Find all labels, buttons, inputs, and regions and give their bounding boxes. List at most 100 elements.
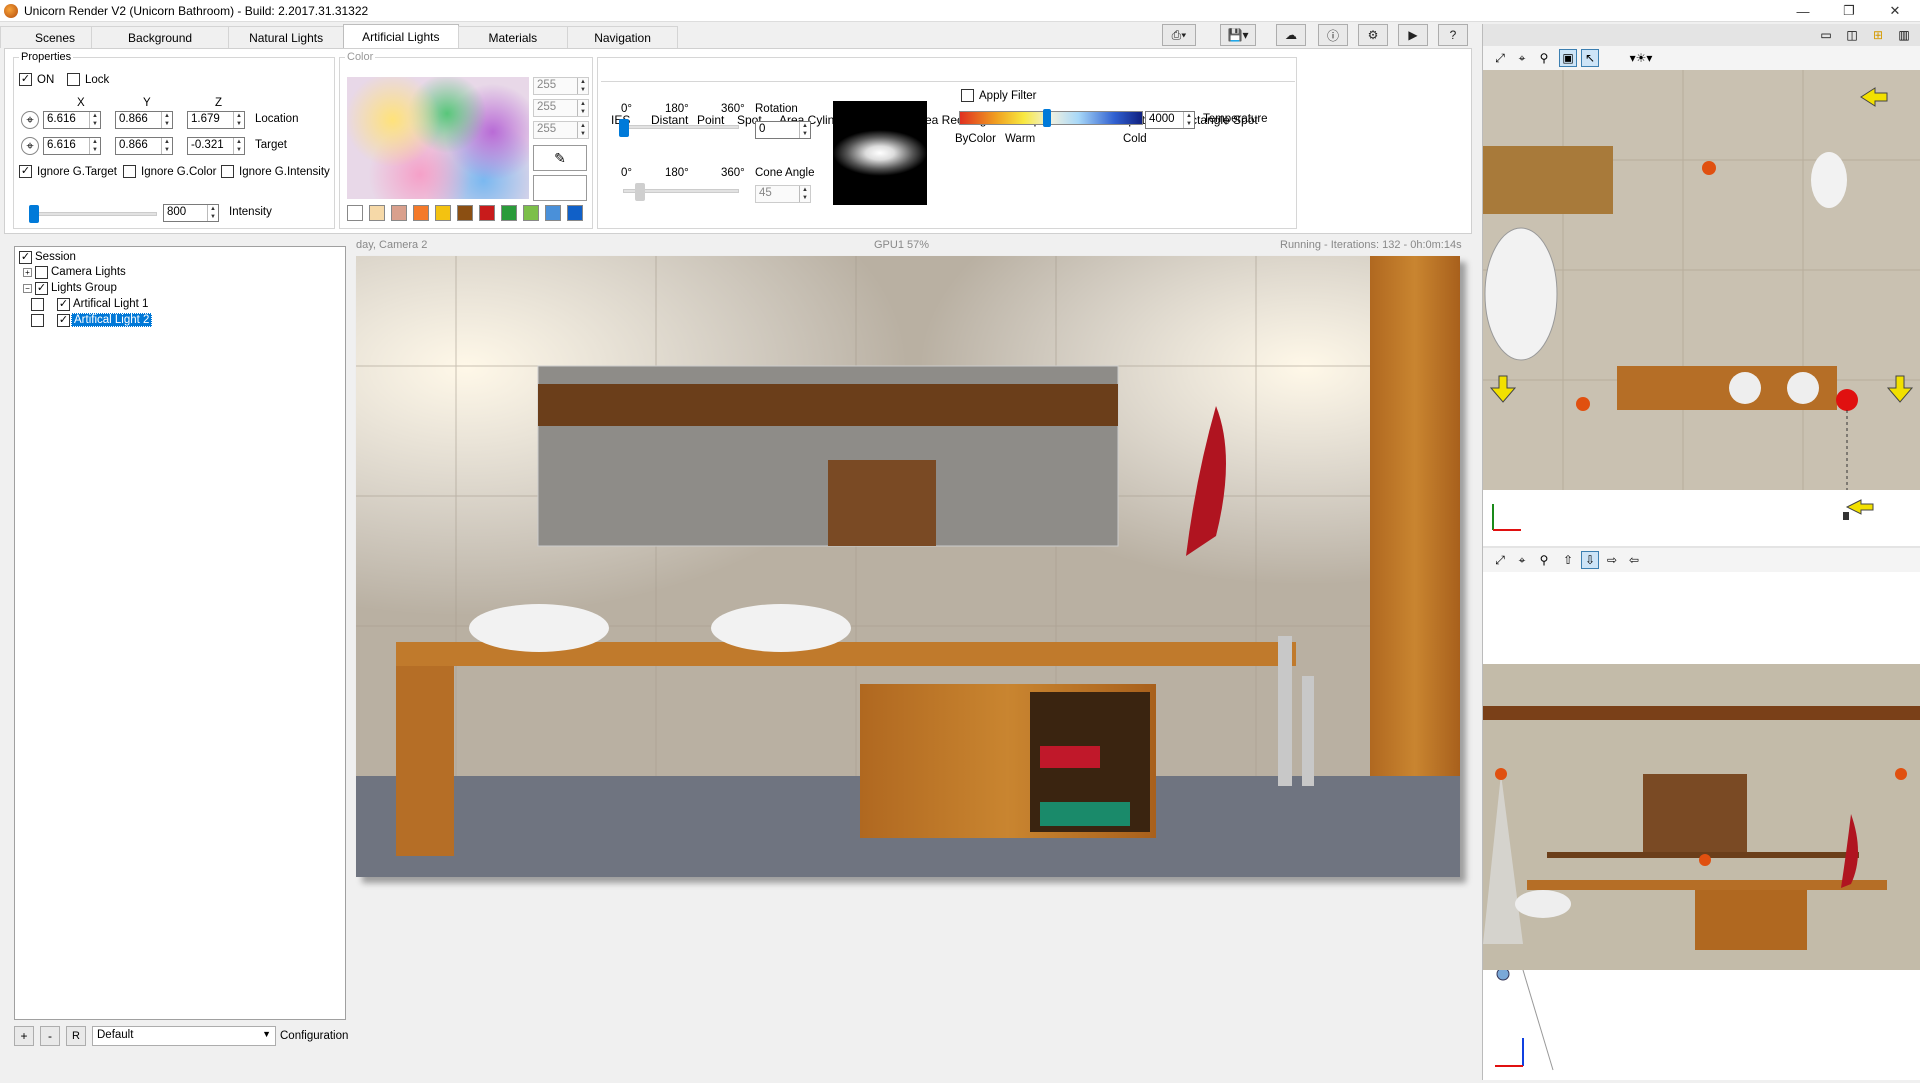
tab-navigation[interactable]: Navigation <box>567 26 678 48</box>
front-view-up-button[interactable]: ⇧ <box>1559 551 1577 569</box>
tree-light2-outer-checkbox[interactable] <box>31 314 44 327</box>
color-swatch[interactable] <box>567 205 583 221</box>
ignore-intensity-checkbox[interactable] <box>221 165 234 178</box>
front-fit-button[interactable]: ⤢ <box>1491 551 1509 569</box>
top-view-button[interactable]: ▣ <box>1559 49 1577 67</box>
ignore-color-checkbox[interactable] <box>123 165 136 178</box>
render-viewport[interactable] <box>356 256 1460 877</box>
top-select-button[interactable]: ↖ <box>1581 49 1599 67</box>
tree-item-camera-lights[interactable]: Camera Lights <box>51 266 126 278</box>
ignore-target-checkbox[interactable]: ✓ <box>19 165 32 178</box>
layout-split-button[interactable]: ◫ <box>1843 26 1861 44</box>
top-viewport[interactable] <box>1483 70 1920 490</box>
location-pick-button[interactable]: ⌖ <box>21 111 39 129</box>
remove-light-button[interactable]: - <box>40 1026 60 1046</box>
ignore-target-label: Ignore G.Target <box>37 166 117 178</box>
help-button[interactable]: ? <box>1438 24 1468 46</box>
settings-button[interactable]: ⚙ <box>1358 24 1388 46</box>
tree-lights-group-checkbox[interactable]: ✓ <box>35 282 48 295</box>
configuration-select[interactable]: Default ▼ <box>92 1026 276 1046</box>
eyedropper-button[interactable]: ✎ <box>533 145 587 171</box>
color-r-input[interactable]: 255 ▲ ▼ <box>533 77 589 95</box>
front-zoom-button[interactable]: ⚲ <box>1535 551 1553 569</box>
color-swatch[interactable] <box>347 205 363 221</box>
color-b-input[interactable]: 255 ▲ ▼ <box>533 121 589 139</box>
top-fit-button[interactable]: ⤢ <box>1491 49 1509 67</box>
tab-materials[interactable]: Materials <box>457 26 569 48</box>
color-picker-canvas[interactable] <box>347 77 529 199</box>
tab-background[interactable]: Background <box>91 26 230 48</box>
info-button[interactable]: ⓘ <box>1318 24 1348 46</box>
front-view-right-button[interactable]: ⇨ <box>1603 551 1621 569</box>
layout-single-button[interactable]: ▭ <box>1817 26 1835 44</box>
reset-button[interactable]: R <box>66 1026 86 1046</box>
intensity-input[interactable]: 800 ▲ ▼ <box>163 204 219 222</box>
close-button[interactable]: ✕ <box>1872 0 1918 22</box>
color-swatch[interactable] <box>369 205 385 221</box>
apply-filter-checkbox[interactable] <box>961 89 974 102</box>
tree-camera-lights-checkbox[interactable] <box>35 266 48 279</box>
color-swatch[interactable] <box>479 205 495 221</box>
tree-expander-lights-group[interactable]: − <box>23 284 32 293</box>
tab-scenes[interactable]: Scenes <box>0 26 93 48</box>
location-y-input[interactable]: 0.866 ▲ ▼ <box>115 111 173 129</box>
color-swatch[interactable] <box>457 205 473 221</box>
target-z-input[interactable]: -0.321 ▲ ▼ <box>187 137 245 155</box>
tree-item-session[interactable]: Session <box>35 251 76 263</box>
top-pan-button[interactable]: ⌖ <box>1513 49 1531 67</box>
color-swatch[interactable] <box>545 205 561 221</box>
tree-light2-checkbox[interactable]: ✓ <box>57 314 70 327</box>
tree-item-artificial-light-2[interactable]: Artifical Light 2 <box>71 313 153 327</box>
rotation-slider[interactable] <box>623 125 739 129</box>
minimize-button[interactable]: — <box>1780 0 1826 22</box>
tab-artificial-lights[interactable]: Artificial Lights <box>343 24 459 48</box>
tree-item-lights-group[interactable]: Lights Group <box>51 282 117 294</box>
tree-light1-checkbox[interactable]: ✓ <box>57 298 70 311</box>
target-y-input[interactable]: 0.866 ▲ ▼ <box>115 137 173 155</box>
top-zoom-button[interactable]: ⚲ <box>1535 49 1553 67</box>
lights-tree[interactable]: ✓ Session + Camera Lights − ✓ Lights Gro… <box>14 246 346 1020</box>
rotation-input[interactable]: 0 ▲ ▼ <box>755 121 811 139</box>
color-swatch[interactable] <box>435 205 451 221</box>
tree-expander-camera-lights[interactable]: + <box>23 268 32 277</box>
tree-session-checkbox[interactable]: ✓ <box>19 251 32 264</box>
top-viewport-scene <box>1483 70 1920 490</box>
restore-button[interactable]: ❐ <box>1826 0 1872 22</box>
tab-natural-lights[interactable]: Natural Lights <box>228 26 345 48</box>
rotation-deg-180: 180° <box>665 103 689 115</box>
cone-angle-input[interactable]: 45 ▲ ▼ <box>755 185 811 203</box>
cone-angle-slider-thumb[interactable] <box>635 183 645 201</box>
color-swatch[interactable] <box>391 205 407 221</box>
color-g-input[interactable]: 255 ▲ ▼ <box>533 99 589 117</box>
front-pan-button[interactable]: ⌖ <box>1513 551 1531 569</box>
color-swatch[interactable] <box>501 205 517 221</box>
temperature-slider-thumb[interactable] <box>1043 109 1051 127</box>
color-swatch[interactable] <box>523 205 539 221</box>
save-button[interactable]: 💾▾ <box>1220 24 1256 46</box>
location-x-input[interactable]: 6.616 ▲ ▼ <box>43 111 101 129</box>
cloud-button[interactable]: ☁ <box>1276 24 1306 46</box>
top-light-menu-button[interactable]: ▾☀▾ <box>1623 49 1659 67</box>
on-checkbox[interactable]: ✓ <box>19 73 32 86</box>
front-view-left-button[interactable]: ⇦ <box>1625 551 1643 569</box>
tree-light1-outer-checkbox[interactable] <box>31 298 44 311</box>
tree-item-artificial-light-1[interactable]: Artifical Light 1 <box>73 298 148 310</box>
export-button[interactable]: ⎙▾ <box>1162 24 1196 46</box>
cursor-icon: ↖ <box>1584 51 1596 65</box>
intensity-slider-thumb[interactable] <box>29 205 39 223</box>
temperature-input[interactable]: 4000 ▲ ▼ <box>1145 111 1195 129</box>
intensity-slider[interactable] <box>29 212 157 216</box>
layout-vertical-button[interactable]: ▥ <box>1895 26 1913 44</box>
render-view-button[interactable]: ▶ <box>1398 24 1428 46</box>
temperature-gradient-slider[interactable] <box>959 111 1143 125</box>
color-swatch[interactable] <box>413 205 429 221</box>
front-viewport[interactable] <box>1483 664 1920 970</box>
target-x-input[interactable]: 6.616 ▲ ▼ <box>43 137 101 155</box>
rotation-slider-thumb[interactable] <box>619 119 629 137</box>
target-pick-button[interactable]: ⌖ <box>21 137 39 155</box>
add-light-button[interactable]: + <box>14 1026 34 1046</box>
lock-checkbox[interactable] <box>67 73 80 86</box>
location-z-input[interactable]: 1.679 ▲ ▼ <box>187 111 245 129</box>
front-view-down-button[interactable]: ⇩ <box>1581 551 1599 569</box>
layout-quad-button[interactable]: ⊞ <box>1869 26 1887 44</box>
